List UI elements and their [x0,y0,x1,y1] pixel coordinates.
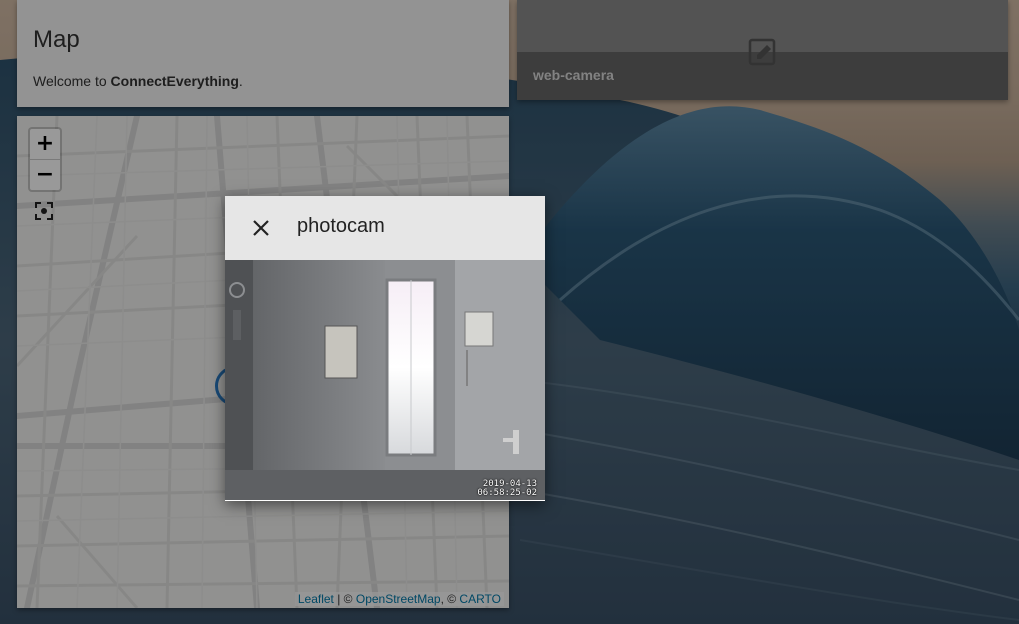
photocam-dialog: photocam 2019-04-13 06:58:25-02 [225,196,545,501]
camera-snapshot-image: 2019-04-13 06:58:25-02 [225,260,545,500]
close-icon[interactable] [245,214,277,242]
dialog-toolbar: photocam [225,196,545,260]
dialog-title: photocam [297,215,385,237]
snapshot-timestamp: 2019-04-13 06:58:25-02 [477,479,537,498]
